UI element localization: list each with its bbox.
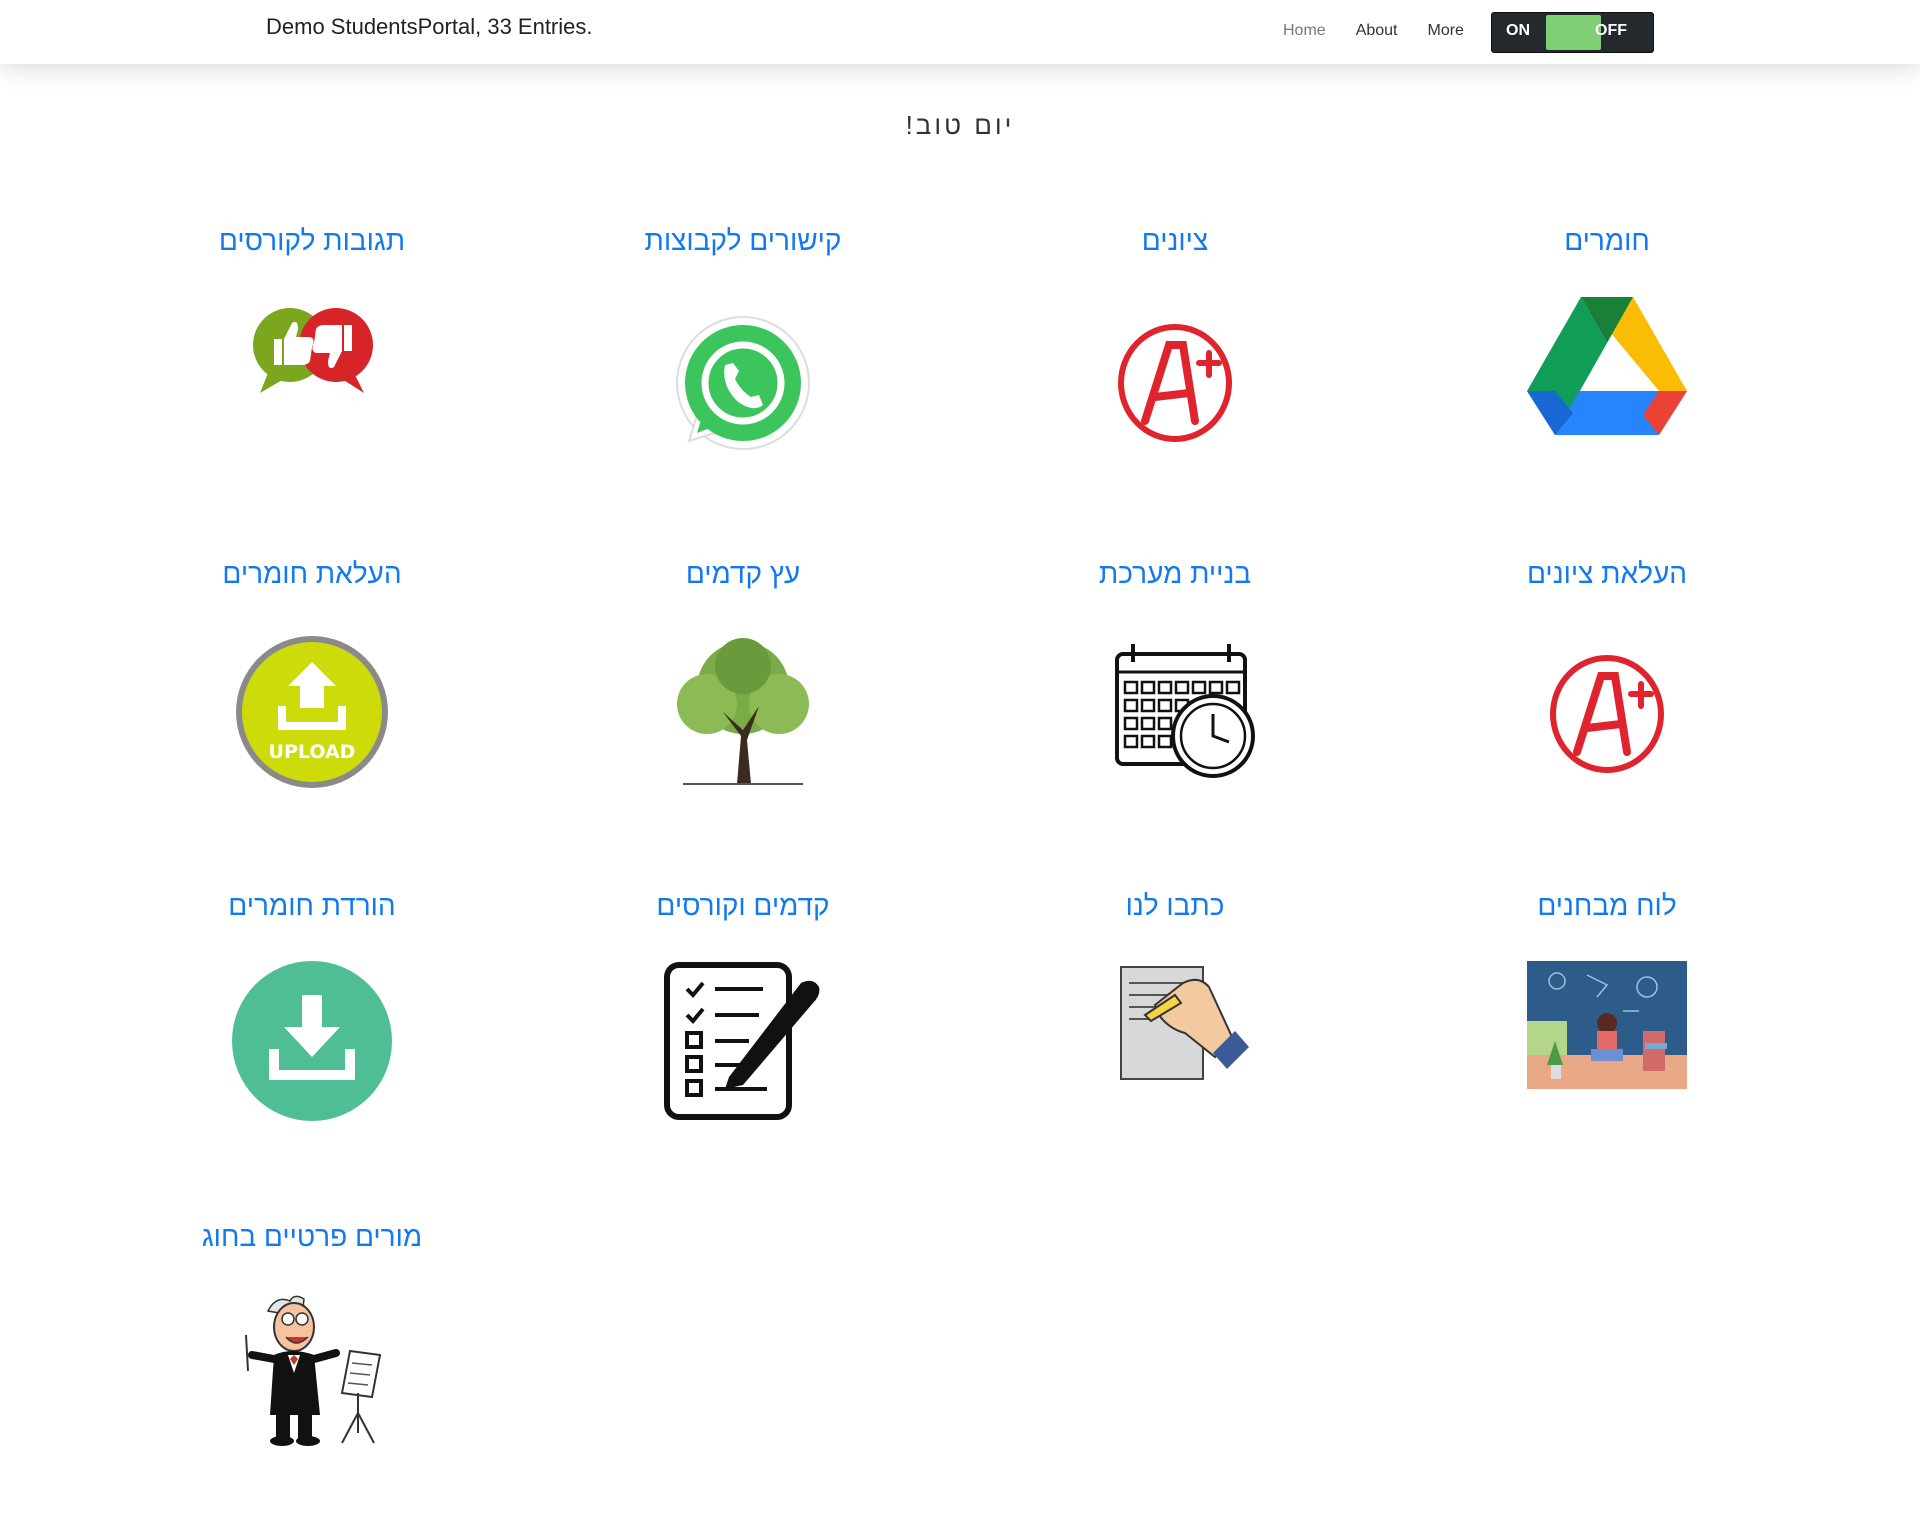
tile-title[interactable]: תגובות לקורסים bbox=[112, 225, 512, 257]
grade-a-plus-icon[interactable] bbox=[1527, 636, 1687, 796]
download-icon[interactable] bbox=[232, 961, 392, 1121]
nav-links: Home About More bbox=[1283, 22, 1494, 40]
tile-build-schedule: בניית מערכת bbox=[975, 558, 1375, 778]
top-navbar: Demo StudentsPortal, 33 Entries. Home Ab… bbox=[0, 0, 1920, 64]
tile-title[interactable]: ציונים bbox=[975, 225, 1375, 257]
calendar-clock-icon[interactable] bbox=[1095, 636, 1255, 796]
tile-title[interactable]: העלאת ציונים bbox=[1407, 558, 1807, 590]
tile-title[interactable]: קישורים לקבוצות bbox=[543, 225, 943, 257]
tile-upload-grades: העלאת ציונים bbox=[1407, 558, 1807, 773]
tree-icon[interactable] bbox=[663, 636, 823, 796]
tile-title[interactable]: מורים פרטיים בחוג bbox=[112, 1221, 512, 1253]
tile-title[interactable]: עץ קדמים bbox=[543, 558, 943, 590]
tile-group-links: קישורים לקבוצות bbox=[543, 225, 943, 450]
tile-exam-schedule: לוח מבחנים bbox=[1407, 890, 1807, 1089]
toggle-knob[interactable] bbox=[1546, 15, 1601, 50]
greeting-heading: יום טוב! bbox=[905, 110, 1015, 140]
whatsapp-icon[interactable] bbox=[663, 305, 823, 465]
teacher-cartoon-icon[interactable] bbox=[232, 1293, 392, 1453]
tile-prerequisites-courses: קדמים וקורסים bbox=[543, 890, 943, 1120]
nav-link-about[interactable]: About bbox=[1356, 22, 1398, 40]
tile-grades: ציונים bbox=[975, 225, 1375, 442]
toggle-off-label: OFF bbox=[1595, 22, 1627, 39]
tile-title[interactable]: הורדת חומרים bbox=[112, 890, 512, 922]
tile-download-materials: הורדת חומרים bbox=[112, 890, 512, 1121]
tile-title[interactable]: בניית מערכת bbox=[975, 558, 1375, 590]
tile-course-feedback: תגובות לקורסים bbox=[112, 225, 512, 393]
grade-a-plus-icon[interactable] bbox=[1095, 305, 1255, 465]
study-illustration-icon[interactable] bbox=[1527, 961, 1687, 1121]
checklist-pen-icon[interactable] bbox=[663, 961, 823, 1121]
tile-title[interactable]: העלאת חומרים bbox=[112, 558, 512, 590]
nav-link-more[interactable]: More bbox=[1428, 22, 1464, 40]
toggle-on-label: ON bbox=[1506, 22, 1530, 39]
on-off-toggle[interactable]: ON OFF bbox=[1491, 12, 1654, 53]
nav-link-home[interactable]: Home bbox=[1283, 22, 1326, 40]
tile-upload-materials: העלאת חומרים UPLOAD bbox=[112, 558, 512, 788]
svg-text:UPLOAD: UPLOAD bbox=[269, 741, 356, 763]
tile-title[interactable]: כתבו לנו bbox=[975, 890, 1375, 922]
site-brand[interactable]: Demo StudentsPortal, 33 Entries. bbox=[266, 14, 593, 40]
writing-hand-icon[interactable] bbox=[1095, 961, 1255, 1121]
feedback-thumbs-icon[interactable] bbox=[232, 295, 392, 455]
tile-title[interactable]: חומרים bbox=[1407, 225, 1807, 257]
tile-materials: חומרים bbox=[1407, 225, 1807, 435]
tile-private-teachers: מורים פרטיים בחוג bbox=[112, 1221, 512, 1446]
tile-contact-us: כתבו לנו bbox=[975, 890, 1375, 1080]
tile-title[interactable]: לוח מבחנים bbox=[1407, 890, 1807, 922]
upload-icon[interactable]: UPLOAD bbox=[232, 636, 392, 796]
google-drive-icon[interactable] bbox=[1527, 295, 1687, 455]
tile-title[interactable]: קדמים וקורסים bbox=[543, 890, 943, 922]
tile-prerequisite-tree: עץ קדמים bbox=[543, 558, 943, 785]
